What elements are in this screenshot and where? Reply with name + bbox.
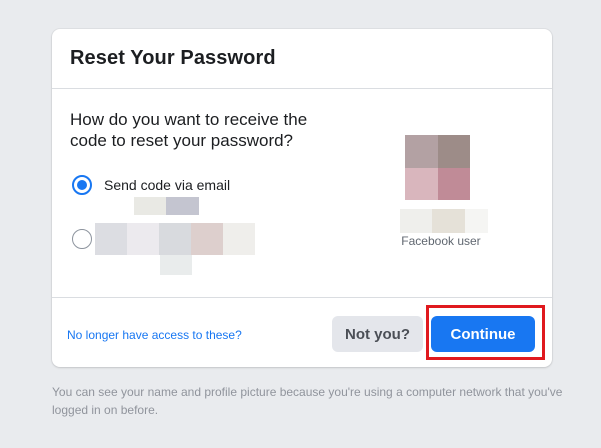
- email-option-label: Send code via email: [104, 177, 231, 193]
- dialog-title: Reset Your Password: [70, 47, 276, 69]
- option-send-email[interactable]: Send code via email: [72, 175, 230, 195]
- footnote-text: You can see your name and profile pictur…: [52, 385, 563, 417]
- redacted-phone-lower: [160, 255, 192, 275]
- user-label: Facebook user: [401, 234, 481, 248]
- not-you-button[interactable]: Not you?: [332, 316, 423, 352]
- continue-button[interactable]: Continue: [431, 316, 535, 352]
- redacted-email: [134, 197, 199, 215]
- dialog-footer: No longer have access to these? Not you?…: [52, 297, 552, 367]
- avatar-cell: [437, 167, 470, 200]
- question-text: How do you want to receive the code to r…: [70, 110, 308, 150]
- email-radio[interactable]: [72, 175, 92, 195]
- no-access-link[interactable]: No longer have access to these?: [67, 328, 242, 342]
- avatar-cell: [405, 167, 438, 200]
- avatar-cell: [405, 135, 438, 168]
- dialog-header: Reset Your Password: [52, 29, 552, 89]
- redacted-phone: [95, 223, 255, 255]
- reset-password-dialog: Reset Your Password How do you want to r…: [52, 29, 552, 367]
- redacted-name: [400, 209, 488, 233]
- sms-radio[interactable]: [72, 229, 92, 249]
- option-send-sms[interactable]: [72, 229, 92, 249]
- avatar-cell: [437, 135, 470, 168]
- avatar: [405, 135, 470, 200]
